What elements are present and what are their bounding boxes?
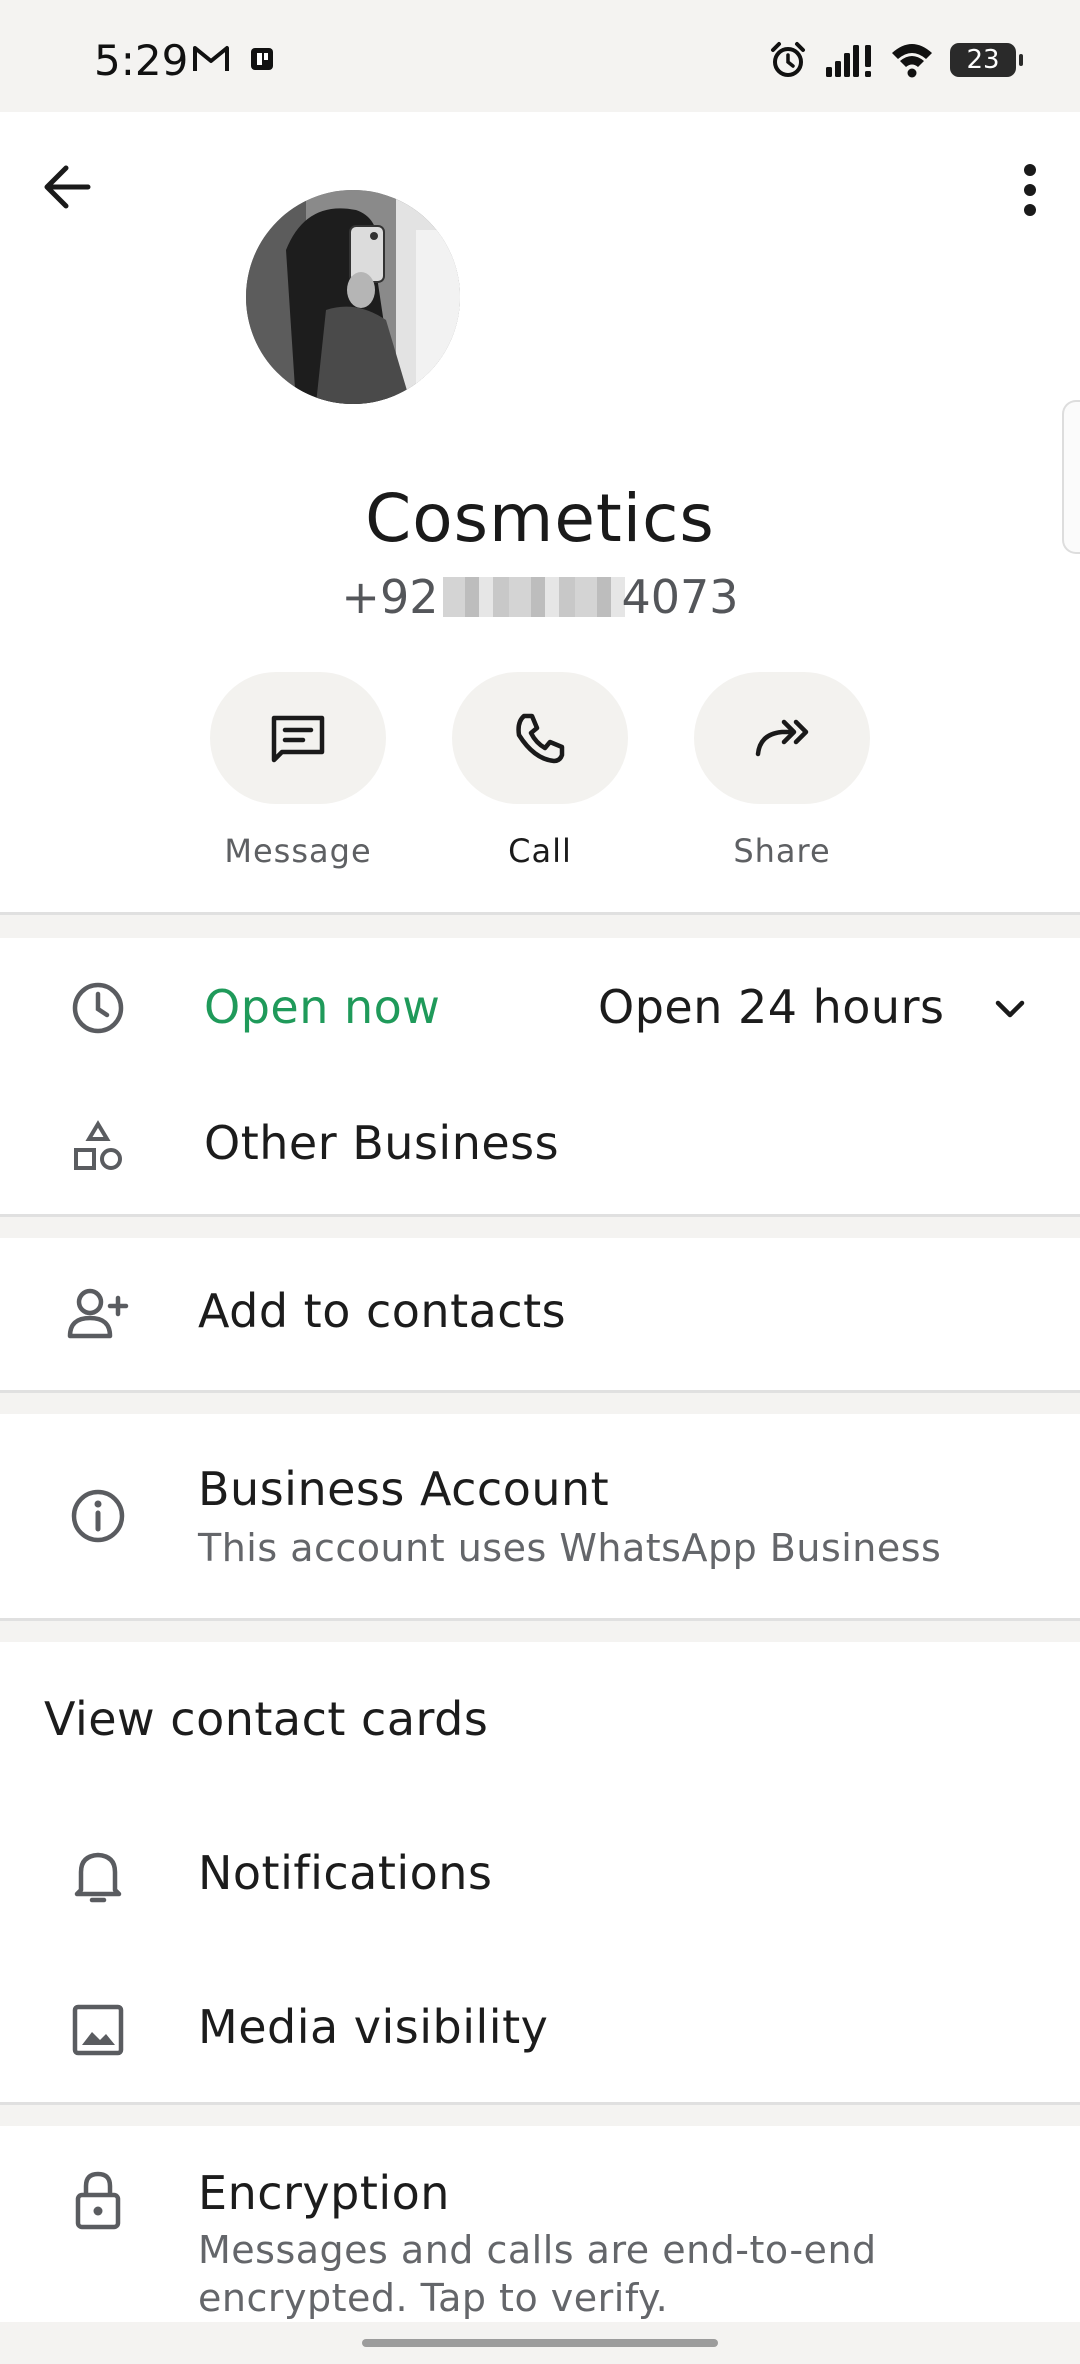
message-label: Message <box>224 832 372 870</box>
bell-icon <box>66 1844 130 1908</box>
call-action[interactable]: Call <box>452 672 628 870</box>
signal-icon <box>826 45 871 77</box>
view-contact-cards-label: View contact cards <box>44 1692 489 1746</box>
add-to-contacts-label: Add to contacts <box>198 1284 567 1338</box>
avatar-image <box>246 190 460 404</box>
media-visibility-row[interactable]: Media visibility <box>0 1952 1080 2102</box>
phone-suffix: 4073 <box>621 570 739 624</box>
share-action[interactable]: Share <box>694 672 870 870</box>
add-person-icon <box>66 1282 130 1346</box>
business-account-subtitle: This account uses WhatsApp Business <box>198 1526 942 1570</box>
encryption-row[interactable]: Encryption Messages and calls are end-to… <box>0 2126 1080 2322</box>
call-button[interactable] <box>452 672 628 804</box>
encryption-title: Encryption <box>198 2166 450 2220</box>
share-button[interactable] <box>694 672 870 804</box>
info-icon <box>66 1484 130 1548</box>
clock-icon <box>66 976 130 1040</box>
business-category: Other Business <box>204 1116 560 1170</box>
divider <box>0 1618 1080 1621</box>
divider <box>0 912 1080 915</box>
open-status: Open now <box>204 980 441 1034</box>
phone-number: +92 4073 <box>0 570 1080 624</box>
share-icon <box>755 719 809 757</box>
encryption-subtitle-line1: Messages and calls are end-to-end <box>198 2228 877 2272</box>
add-to-contacts-row[interactable]: Add to contacts <box>0 1238 1080 1390</box>
back-button[interactable] <box>40 160 94 214</box>
share-label: Share <box>733 832 831 870</box>
divider <box>0 2102 1080 2105</box>
battery-level: 23 <box>966 45 1000 75</box>
notification-icon <box>251 48 273 70</box>
message-action[interactable]: Message <box>210 672 386 870</box>
encryption-subtitle-line2: encrypted. Tap to verify. <box>198 2276 669 2320</box>
battery-icon: 23 <box>950 43 1023 77</box>
notifications-row[interactable]: Notifications <box>0 1800 1080 1950</box>
status-left-icons <box>192 44 276 74</box>
view-contact-cards-row[interactable]: View contact cards <box>0 1642 1080 1792</box>
status-right-icons: 23 <box>768 40 1023 80</box>
business-category-row: Other Business <box>0 1078 1080 1214</box>
more-vertical-icon <box>1024 164 1036 216</box>
business-account-row[interactable]: Business Account This account uses Whats… <box>0 1414 1080 1618</box>
message-button[interactable] <box>210 672 386 804</box>
status-bar: 5:29 23 <box>0 0 1080 112</box>
alarm-icon <box>771 42 805 77</box>
category-shapes-icon <box>66 1116 130 1180</box>
business-hours: Open 24 hours <box>598 980 945 1034</box>
chevron-down-icon[interactable] <box>992 992 1028 1028</box>
contact-name: Cosmetics <box>365 480 715 557</box>
divider <box>0 1214 1080 1217</box>
notifications-label: Notifications <box>198 1846 493 1900</box>
redacted-digits <box>442 577 625 617</box>
phone-prefix: +92 <box>341 570 439 624</box>
wifi-icon <box>892 44 932 78</box>
lock-icon <box>66 2168 130 2232</box>
divider <box>0 1390 1080 1393</box>
arrow-left-icon <box>44 165 91 209</box>
gmail-icon <box>193 46 229 71</box>
phone-icon <box>516 713 565 764</box>
image-icon <box>66 1998 130 2062</box>
avatar[interactable] <box>246 190 460 404</box>
status-time: 5:29 <box>94 36 189 85</box>
home-indicator[interactable] <box>362 2339 718 2347</box>
media-visibility-label: Media visibility <box>198 2000 549 2054</box>
message-icon <box>271 715 325 763</box>
more-options-button[interactable] <box>1010 160 1050 220</box>
business-hours-row[interactable]: Open now Open 24 hours <box>0 938 1080 1078</box>
business-account-title: Business Account <box>198 1462 610 1516</box>
call-label: Call <box>508 832 572 870</box>
